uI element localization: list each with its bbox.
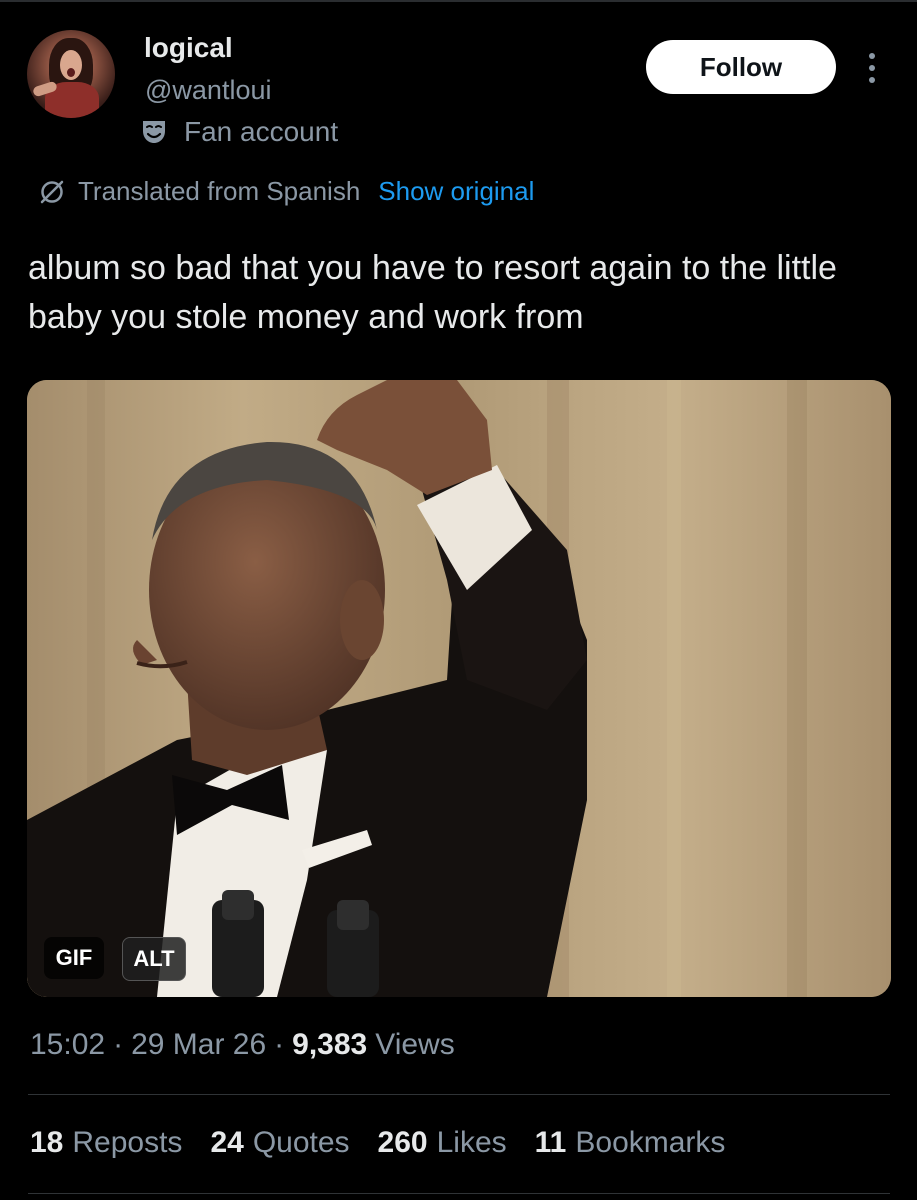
alt-text-button[interactable]: ALT — [122, 937, 186, 981]
follow-button[interactable]: Follow — [646, 40, 836, 94]
top-divider — [0, 0, 917, 2]
divider — [28, 1193, 890, 1194]
views-label: Views — [375, 1028, 455, 1061]
avatar[interactable] — [27, 30, 115, 118]
bookmarks-label: Bookmarks — [575, 1126, 726, 1159]
tweet-date[interactable]: 29 Mar 26 — [131, 1028, 266, 1062]
reposts-label: Reposts — [72, 1126, 183, 1159]
quotes-stat[interactable]: 24 Quotes — [210, 1126, 349, 1160]
likes-stat[interactable]: 260 Likes — [378, 1126, 507, 1160]
tweet-media-gif[interactable] — [27, 380, 891, 997]
show-original-link[interactable]: Show original — [378, 176, 534, 207]
translation-row: Translated from Spanish Show original — [38, 176, 534, 207]
reposts-count: 18 — [30, 1126, 64, 1159]
likes-label: Likes — [436, 1126, 507, 1159]
author-handle[interactable]: @wantloui — [145, 75, 271, 106]
divider — [28, 1094, 890, 1095]
quotes-count: 24 — [210, 1126, 244, 1159]
views-count: 9,383 — [292, 1028, 368, 1061]
bookmarks-stat[interactable]: 11 Bookmarks — [535, 1126, 726, 1160]
translate-icon — [40, 180, 64, 203]
account-label: Fan account — [140, 116, 338, 148]
likes-count: 260 — [377, 1126, 428, 1159]
gif-frame — [27, 380, 891, 997]
translation-text: Translated from Spanish — [78, 176, 361, 206]
quotes-label: Quotes — [252, 1126, 350, 1159]
vertical-ellipsis-icon[interactable] — [860, 48, 884, 88]
engagement-stats: 18 Reposts 24 Quotes 260 Likes 11 Bookma… — [30, 1126, 753, 1160]
tweet-time[interactable]: 15:02 — [30, 1028, 105, 1062]
theater-mask-icon — [143, 121, 165, 143]
meta-separator: · — [274, 1028, 285, 1061]
tweet-meta: 15:02 · 29 Mar 26 · 9,383 Views — [30, 1028, 455, 1062]
bookmarks-count: 11 — [534, 1126, 567, 1159]
account-label-text: Fan account — [184, 116, 339, 147]
gif-badge: GIF — [44, 937, 104, 979]
meta-separator: · — [113, 1028, 124, 1061]
tweet-text: album so bad that you have to resort aga… — [28, 249, 837, 336]
author-display-name[interactable]: logical — [144, 32, 233, 64]
reposts-stat[interactable]: 18 Reposts — [30, 1126, 182, 1160]
